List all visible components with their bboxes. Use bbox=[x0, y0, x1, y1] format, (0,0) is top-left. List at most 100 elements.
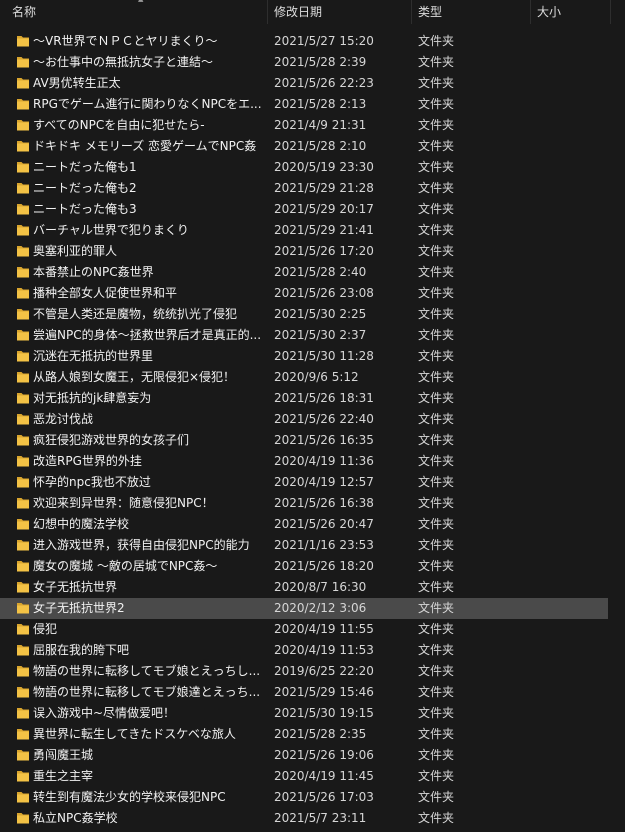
folder-icon bbox=[16, 328, 30, 342]
file-row[interactable]: 本番禁止のNPC姦世界 2021/5/28 2:40 文件夹 bbox=[0, 262, 608, 283]
file-row[interactable]: 转生到有魔法少女的学校来侵犯NPC 2021/5/26 17:03 文件夹 bbox=[0, 787, 608, 808]
file-row[interactable]: 进入游戏世界，获得自由侵犯NPC的能力 2021/1/16 23:53 文件夹 bbox=[0, 535, 608, 556]
file-size bbox=[537, 682, 607, 703]
file-size bbox=[537, 514, 607, 535]
sort-up-icon: ▲ bbox=[138, 0, 145, 3]
column-header-type[interactable]: 类型 bbox=[412, 0, 531, 24]
file-size bbox=[537, 640, 607, 661]
file-row[interactable]: AV男优转生正太 2021/5/26 22:23 文件夹 bbox=[0, 73, 608, 94]
file-date: 2020/2/12 3:06 bbox=[274, 601, 367, 615]
file-row[interactable]: 奥塞利亚的罪人 2021/5/26 17:20 文件夹 bbox=[0, 241, 608, 262]
file-name: 女子无抵抗世界2 bbox=[33, 601, 125, 615]
file-type: 文件夹 bbox=[418, 580, 455, 594]
folder-icon bbox=[16, 265, 30, 279]
file-row[interactable]: 幻想中的魔法学校 2021/5/26 20:47 文件夹 bbox=[0, 514, 608, 535]
file-row[interactable]: ～お仕事中の無抵抗女子と連結～ 2021/5/28 2:39 文件夹 bbox=[0, 52, 608, 73]
file-row[interactable]: 重生之主宰 2020/4/19 11:45 文件夹 bbox=[0, 766, 608, 787]
file-name: 女子无抵抗世界 bbox=[33, 580, 118, 594]
file-size bbox=[537, 136, 607, 157]
file-date: 2021/5/30 11:28 bbox=[274, 349, 374, 363]
file-row[interactable]: バーチャル世界で犯りまくり 2021/5/29 21:41 文件夹 bbox=[0, 220, 608, 241]
file-name: 勇闯魔王城 bbox=[33, 748, 94, 762]
file-row[interactable]: 疯狂侵犯游戏世界的女孩子们 2021/5/26 16:35 文件夹 bbox=[0, 430, 608, 451]
file-date: 2021/5/26 18:31 bbox=[274, 391, 374, 405]
file-row[interactable]: 屈服在我的胯下吧 2020/4/19 11:53 文件夹 bbox=[0, 640, 608, 661]
file-row[interactable]: ニートだった俺も1 2020/5/19 23:30 文件夹 bbox=[0, 157, 608, 178]
file-row[interactable]: 物語の世界に転移してモブ娘とえっちし... 2019/6/25 22:20 文件夹 bbox=[0, 661, 608, 682]
column-header-name[interactable]: 名称 ▲ bbox=[6, 0, 268, 24]
file-name: 本番禁止のNPC姦世界 bbox=[33, 265, 154, 279]
file-type: 文件夹 bbox=[418, 685, 455, 699]
file-row[interactable]: 私立NPC姦学校 2021/5/7 23:11 文件夹 bbox=[0, 808, 608, 829]
file-size bbox=[537, 808, 607, 829]
file-name: 奥塞利亚的罪人 bbox=[33, 244, 118, 258]
file-row[interactable]: 魔女の魔城 ～敵の居城でNPC姦～ 2021/5/26 18:20 文件夹 bbox=[0, 556, 608, 577]
file-row[interactable]: 沉迷在无抵抗的世界里 2021/5/30 11:28 文件夹 bbox=[0, 346, 608, 367]
file-name: 幻想中的魔法学校 bbox=[33, 517, 130, 531]
folder-icon bbox=[16, 454, 30, 468]
file-size bbox=[537, 451, 607, 472]
file-size bbox=[537, 388, 607, 409]
file-row[interactable]: 女子无抵抗世界 2020/8/7 16:30 文件夹 bbox=[0, 577, 608, 598]
file-name: 对无抵抗的jk肆意妄为 bbox=[33, 391, 152, 405]
file-size bbox=[537, 157, 607, 178]
file-name: ニートだった俺も3 bbox=[33, 202, 137, 216]
file-row[interactable]: 对无抵抗的jk肆意妄为 2021/5/26 18:31 文件夹 bbox=[0, 388, 608, 409]
file-row[interactable]: 侵犯 2020/4/19 11:55 文件夹 bbox=[0, 619, 608, 640]
column-header-date[interactable]: 修改日期 bbox=[268, 0, 412, 24]
file-row[interactable]: ニートだった俺も3 2021/5/29 20:17 文件夹 bbox=[0, 199, 608, 220]
file-name: 怀孕的npc我也不放过 bbox=[33, 475, 151, 489]
file-size bbox=[537, 199, 607, 220]
file-row[interactable]: 勇闯魔王城 2021/5/26 19:06 文件夹 bbox=[0, 745, 608, 766]
file-row[interactable]: すべてのNPCを自由に犯せたら- 2021/4/9 21:31 文件夹 bbox=[0, 115, 608, 136]
file-name: 欢迎来到异世界：随意侵犯NPC！ bbox=[33, 496, 214, 510]
file-row[interactable]: 播种全部女人促使世界和平 2021/5/26 23:08 文件夹 bbox=[0, 283, 608, 304]
file-date: 2021/5/29 15:46 bbox=[274, 685, 374, 699]
file-type: 文件夹 bbox=[418, 475, 455, 489]
folder-icon bbox=[16, 160, 30, 174]
file-name: 物語の世界に転移してモブ娘とえっちし... bbox=[33, 664, 261, 678]
folder-icon bbox=[16, 370, 30, 384]
file-name: 屈服在我的胯下吧 bbox=[33, 643, 130, 657]
file-row[interactable]: 異世界に転生してきたドスケベな旅人 2021/5/28 2:35 文件夹 bbox=[0, 724, 608, 745]
file-size bbox=[537, 556, 607, 577]
folder-icon bbox=[16, 286, 30, 300]
file-row[interactable]: RPGでゲーム進行に関わりなくNPCをエ... 2021/5/28 2:13 文件夹 bbox=[0, 94, 608, 115]
folder-icon bbox=[16, 181, 30, 195]
file-date: 2021/5/29 21:41 bbox=[274, 223, 374, 237]
file-row[interactable]: ドキドキ メモリーズ 恋愛ゲームでNPC姦 2021/5/28 2:10 文件夹 bbox=[0, 136, 608, 157]
file-type: 文件夹 bbox=[418, 391, 455, 405]
file-name: 转生到有魔法少女的学校来侵犯NPC bbox=[33, 790, 226, 804]
file-date: 2021/5/30 19:15 bbox=[274, 706, 374, 720]
file-size bbox=[537, 52, 607, 73]
file-row[interactable]: 从路人娘到女魔王，无限侵犯×侵犯！ 2020/9/6 5:12 文件夹 bbox=[0, 367, 608, 388]
file-row[interactable]: 尝遍NPC的身体～拯救世界后才是真正的... 2021/5/30 2:37 文件夹 bbox=[0, 325, 608, 346]
folder-icon bbox=[16, 307, 30, 321]
file-date: 2021/5/29 21:28 bbox=[274, 181, 374, 195]
file-row[interactable]: 欢迎来到异世界：随意侵犯NPC！ 2021/5/26 16:38 文件夹 bbox=[0, 493, 608, 514]
file-type: 文件夹 bbox=[418, 706, 455, 720]
file-date: 2021/5/28 2:40 bbox=[274, 265, 367, 279]
file-row[interactable]: 怀孕的npc我也不放过 2020/4/19 12:57 文件夹 bbox=[0, 472, 608, 493]
file-row[interactable]: 恶龙讨伐战 2021/5/26 22:40 文件夹 bbox=[0, 409, 608, 430]
file-date: 2021/5/27 15:20 bbox=[274, 34, 374, 48]
file-size bbox=[537, 703, 607, 724]
column-header-size[interactable]: 大小 bbox=[531, 0, 611, 24]
file-row[interactable]: 女子无抵抗世界2 2020/2/12 3:06 文件夹 bbox=[0, 598, 608, 619]
file-date: 2021/5/29 20:17 bbox=[274, 202, 374, 216]
file-name: 異世界に転生してきたドスケベな旅人 bbox=[33, 727, 236, 741]
file-row[interactable]: 改造RPG世界的外挂 2020/4/19 11:36 文件夹 bbox=[0, 451, 608, 472]
file-name: 从路人娘到女魔王，无限侵犯×侵犯！ bbox=[33, 370, 236, 384]
file-size bbox=[537, 220, 607, 241]
file-row[interactable]: 不管是人类还是魔物，统统扒光了侵犯 2021/5/30 2:25 文件夹 bbox=[0, 304, 608, 325]
file-size bbox=[537, 766, 607, 787]
file-type: 文件夹 bbox=[418, 223, 455, 237]
file-row[interactable]: 物語の世界に転移してモブ娘達とえっち... 2021/5/29 15:46 文件夹 bbox=[0, 682, 608, 703]
file-row[interactable]: ニートだった俺も2 2021/5/29 21:28 文件夹 bbox=[0, 178, 608, 199]
file-row[interactable]: ～VR世界でＮＰＣとヤリまくり～ 2021/5/27 15:20 文件夹 bbox=[0, 31, 608, 52]
file-size bbox=[537, 346, 607, 367]
file-row[interactable]: 误入游戏中~尽情做爱吧！ 2021/5/30 19:15 文件夹 bbox=[0, 703, 608, 724]
folder-icon bbox=[16, 34, 30, 48]
file-type: 文件夹 bbox=[418, 328, 455, 342]
file-size bbox=[537, 262, 607, 283]
